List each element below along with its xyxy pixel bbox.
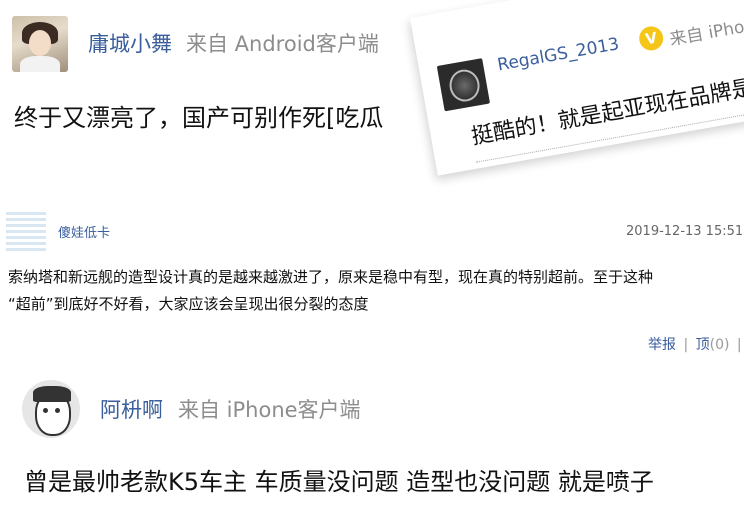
report-link[interactable]: 举报: [648, 337, 676, 353]
car-emblem-icon: [447, 67, 483, 104]
avatar-eye: [43, 408, 48, 413]
comment-text: 曾是最帅老款K5车主 车质量没问题 造型也没问题 就是喷子: [24, 468, 654, 496]
action-separator: |: [683, 337, 689, 353]
avatar-eye: [55, 408, 60, 413]
comment-text-line: “超前”到底好不好看，大家应该会呈现出很分裂的态度: [8, 295, 369, 313]
user-avatar[interactable]: [22, 380, 80, 438]
post-timestamp: 2019-12-13 15:51:: [626, 224, 744, 239]
upvote-count: (0): [709, 337, 730, 353]
comment-text: 终于又漂亮了，国产可别作死[吃瓜: [14, 104, 384, 132]
client-source: 来自 iPhone客户端: [178, 398, 361, 422]
comment-text-line: 索纳塔和新远舰的造型设计真的是越来越激进了，原来是稳中有型，现在真的特别超前。至…: [8, 268, 654, 286]
user-avatar[interactable]: [436, 58, 491, 112]
avatar-body: [20, 56, 60, 72]
username-link[interactable]: 阿枡啊: [100, 394, 163, 424]
username-link[interactable]: 庸城小舞: [88, 28, 172, 58]
user-avatar[interactable]: [12, 16, 68, 72]
verified-badge-icon: V: [637, 24, 666, 53]
comment-text: 索纳塔和新远舰的造型设计真的是越来越激进了，原来是稳中有型，现在真的特别超前。至…: [8, 264, 744, 318]
comment-actions: 举报 | 顶(0) | 回: [648, 334, 744, 354]
comment-card-4: 阿枡啊 来自 iPhone客户端 曾是最帅老款K5车主 车质量没问题 造型也没问…: [0, 366, 744, 528]
avatar-hair: [33, 386, 71, 402]
comment-card-3: 傻娃低卡 2019-12-13 15:51: 索纳塔和新远舰的造型设计真的是越来…: [0, 196, 744, 366]
avatar-face: [29, 30, 51, 56]
username-link[interactable]: RegalGS_2013: [496, 34, 621, 75]
username-link[interactable]: 傻娃低卡: [58, 222, 110, 241]
action-separator: |: [736, 337, 742, 353]
user-avatar[interactable]: [6, 212, 46, 252]
upvote-link[interactable]: 顶(0): [696, 337, 730, 353]
client-source: 来自 Android客户端: [186, 32, 379, 56]
upvote-label: 顶: [695, 337, 710, 353]
client-source: 来自 iPhone: [668, 13, 744, 51]
